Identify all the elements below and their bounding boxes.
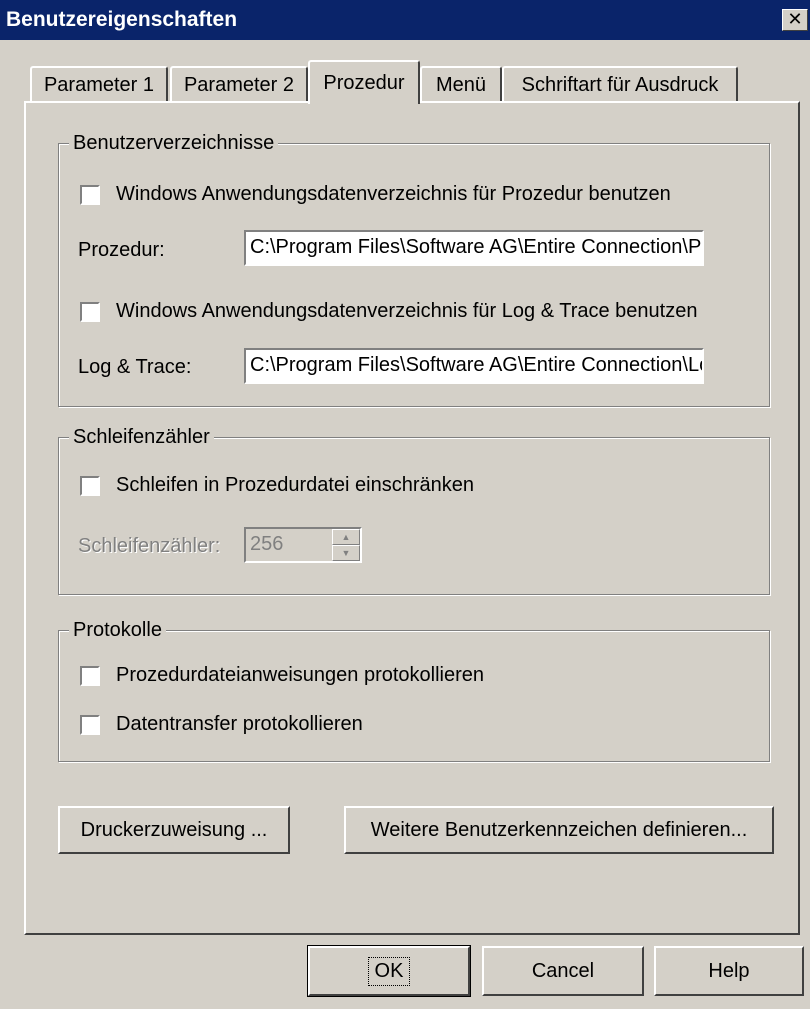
ok-button[interactable]: OK (307, 945, 471, 997)
log-proc-statements-checkbox[interactable] (79, 664, 101, 687)
proc-appdata-option[interactable]: Windows Anwendungsdatenverzeichnis für P… (79, 183, 671, 206)
tab-label: Parameter 2 (183, 73, 295, 96)
tab-label: Schriftart für Ausdruck (521, 73, 719, 96)
help-button[interactable]: Help (654, 946, 804, 996)
log-appdata-option[interactable]: Windows Anwendungsdatenverzeichnis für L… (79, 300, 698, 323)
log-trace-path-input[interactable]: C:\Program Files\Software AG\Entire Conn… (244, 348, 704, 384)
tab-parameter-2[interactable]: Parameter 2 (170, 66, 308, 102)
tab-font-for-print[interactable]: Schriftart für Ausdruck (502, 66, 738, 102)
title-bar: Benutzereigenschaften ✕ (0, 0, 810, 40)
tab-label: Parameter 1 (43, 73, 155, 96)
proc-path-label: Prozedur: (78, 239, 165, 261)
window-title: Benutzereigenschaften (6, 8, 238, 31)
proc-appdata-checkbox[interactable] (79, 183, 101, 206)
close-button[interactable]: ✕ (782, 9, 808, 31)
spin-down-icon: ▼ (332, 545, 360, 561)
log-data-transfer-option[interactable]: Datentransfer protokollieren (79, 713, 363, 736)
checkbox-label: Windows Anwendungsdatenverzeichnis für L… (116, 300, 698, 322)
close-icon: ✕ (787, 9, 803, 29)
spin-arrows: ▲ ▼ (332, 529, 360, 561)
tab-label: Prozedur (323, 71, 405, 94)
tab-menu[interactable]: Menü (420, 66, 502, 102)
group-loop-counter: Schleifenzähler (58, 425, 770, 595)
tab-label: Menü (435, 73, 487, 96)
group-title: Protokolle (69, 618, 166, 642)
loop-counter-value: 256 (250, 533, 284, 555)
active-tab-joint (310, 99, 418, 104)
cancel-button[interactable]: Cancel (482, 946, 644, 996)
checkbox-label: Windows Anwendungsdatenverzeichnis für P… (116, 183, 671, 205)
group-logs: Protokolle (58, 618, 770, 762)
printer-assignment-button[interactable]: Druckerzuweisung ... (58, 806, 290, 854)
group-title: Benutzerverzeichnisse (69, 131, 279, 155)
spin-up-icon: ▲ (332, 529, 360, 545)
checkbox-label: Prozedurdateianweisungen protokollieren (116, 664, 485, 686)
group-title: Schleifenzähler (69, 425, 214, 449)
checkbox-label: Datentransfer protokollieren (116, 713, 363, 735)
log-trace-path-label: Log & Trace: (78, 356, 192, 378)
limit-loops-option[interactable]: Schleifen in Prozedurdatei einschränken (79, 474, 474, 497)
ok-label: OK (367, 956, 411, 986)
tab-prozedur[interactable]: Prozedur (308, 60, 420, 104)
log-data-transfer-checkbox[interactable] (79, 713, 101, 736)
proc-path-input[interactable]: C:\Program Files\Software AG\Entire Conn… (244, 230, 704, 266)
log-proc-statements-option[interactable]: Prozedurdateianweisungen protokollieren (79, 664, 485, 687)
limit-loops-checkbox[interactable] (79, 474, 101, 497)
log-appdata-checkbox[interactable] (79, 300, 101, 323)
checkbox-label: Schleifen in Prozedurdatei einschränken (116, 474, 474, 496)
define-more-user-flags-button[interactable]: Weitere Benutzerkennzeichen definieren..… (344, 806, 774, 854)
tab-parameter-1[interactable]: Parameter 1 (30, 66, 168, 102)
loop-counter-stepper: 256 ▲ ▼ (244, 527, 362, 563)
loop-counter-label: Schleifenzähler: (78, 535, 221, 557)
